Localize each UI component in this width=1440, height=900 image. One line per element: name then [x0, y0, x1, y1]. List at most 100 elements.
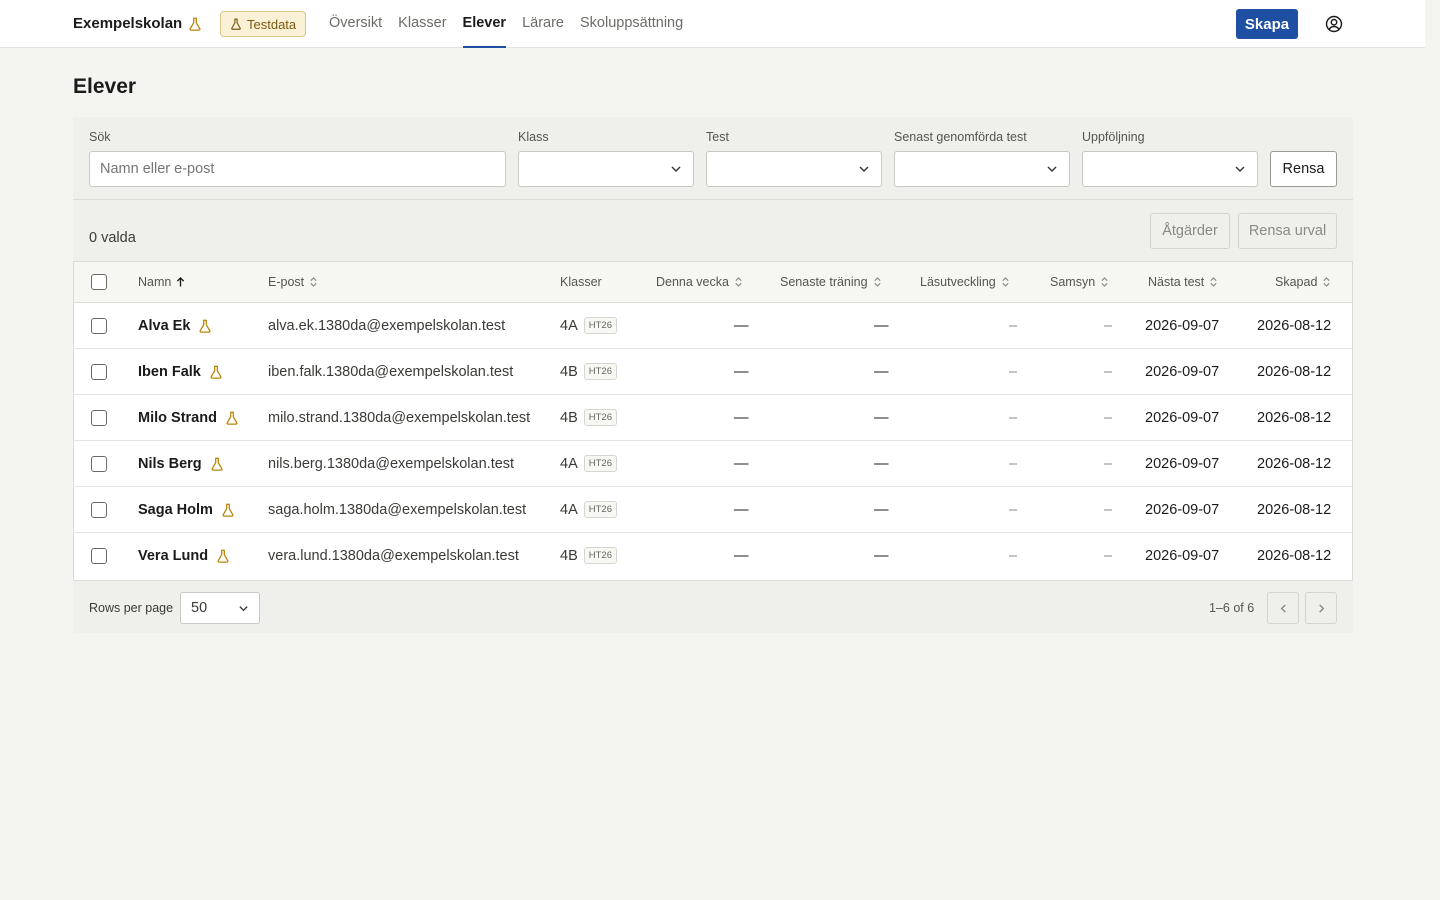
- latest-test-filter-select[interactable]: [894, 151, 1070, 187]
- chevron-down-icon: [1047, 166, 1057, 173]
- table-row[interactable]: Iben Falk iben.falk.1380da@exempelskolan…: [74, 349, 1352, 395]
- samsyn-value: –: [1104, 548, 1113, 564]
- nav-larare[interactable]: Lärare: [522, 0, 564, 48]
- test-filter-label: Test: [706, 130, 729, 144]
- column-samsyn[interactable]: Samsyn: [1050, 275, 1109, 289]
- column-email-label: E-post: [268, 275, 305, 289]
- student-name[interactable]: Iben Falk: [138, 364, 223, 380]
- filter-bar: Sök Klass Test Senast genomförda test Up…: [73, 117, 1353, 200]
- rows-per-page-select[interactable]: 50: [180, 592, 260, 624]
- latest-training-value: —: [874, 502, 889, 518]
- table-row[interactable]: Vera Lund vera.lund.1380da@exempelskolan…: [74, 533, 1352, 579]
- student-email: iben.falk.1380da@exempelskolan.test: [268, 364, 514, 380]
- student-name-text: Alva Ek: [138, 318, 191, 334]
- table-row[interactable]: Nils Berg nils.berg.1380da@exempelskolan…: [74, 441, 1352, 487]
- students-table: Namn E-post Klasser Denna vecka Senaste …: [73, 261, 1353, 581]
- table-row[interactable]: Saga Holm saga.holm.1380da@exempelskolan…: [74, 487, 1352, 533]
- rows-per-page-value: 50: [191, 600, 208, 616]
- chevron-down-icon: [671, 166, 681, 173]
- reading-value: –: [1009, 548, 1018, 564]
- samsyn-value: –: [1104, 502, 1113, 518]
- next-page-button[interactable]: [1305, 592, 1337, 624]
- rows-per-page-label: Rows per page: [89, 601, 174, 615]
- student-email: saga.holm.1380da@exempelskolan.test: [268, 502, 527, 518]
- user-account-icon[interactable]: [1325, 15, 1343, 33]
- latest-training-value: —: [874, 548, 889, 564]
- next-test-date: 2026-09-07: [1145, 364, 1220, 380]
- student-name-text: Saga Holm: [138, 502, 213, 518]
- term-tag: HT26: [583, 363, 617, 380]
- student-email: milo.strand.1380da@exempelskolan.test: [268, 410, 531, 426]
- followup-filter-select[interactable]: [1082, 151, 1258, 187]
- nav-elever[interactable]: Elever: [462, 0, 507, 48]
- pagination-range: 1–6 of 6: [1209, 601, 1255, 615]
- create-button[interactable]: Skapa: [1236, 9, 1298, 39]
- created-date: 2026-08-12: [1257, 456, 1332, 472]
- this-week-value: —: [734, 364, 749, 380]
- student-name[interactable]: Vera Lund: [138, 548, 230, 564]
- student-class: 4A HT26: [560, 317, 617, 334]
- column-email[interactable]: E-post: [268, 275, 318, 289]
- nav-oversikt[interactable]: Översikt: [329, 0, 382, 48]
- samsyn-value: –: [1104, 318, 1113, 334]
- column-latest-training-label: Senaste träning: [780, 275, 868, 289]
- term-tag: HT26: [583, 501, 617, 518]
- nav-klasser[interactable]: Klasser: [398, 0, 446, 48]
- created-date: 2026-08-12: [1257, 318, 1332, 334]
- next-test-date: 2026-09-07: [1145, 318, 1220, 334]
- previous-page-button[interactable]: [1267, 592, 1299, 624]
- student-name-text: Vera Lund: [138, 548, 209, 564]
- sort-icon: [1323, 277, 1331, 287]
- chevron-left-icon: [1280, 604, 1286, 613]
- column-reading[interactable]: Läsutveckling: [920, 275, 1010, 289]
- student-name-text: Iben Falk: [138, 364, 201, 380]
- class-name: 4B: [560, 409, 578, 426]
- selected-count: 0 valda: [89, 230, 136, 246]
- student-class: 4A HT26: [560, 501, 617, 518]
- column-this-week[interactable]: Denna vecka: [656, 275, 743, 289]
- table-row[interactable]: Alva Ek alva.ek.1380da@exempelskolan.tes…: [74, 303, 1352, 349]
- column-name-label: Namn: [138, 275, 172, 289]
- test-filter-select[interactable]: [706, 151, 882, 187]
- row-checkbox[interactable]: [91, 364, 107, 380]
- brand[interactable]: Exempelskolan: [73, 15, 202, 32]
- row-checkbox[interactable]: [91, 502, 107, 518]
- select-all-checkbox[interactable]: [91, 274, 107, 290]
- created-date: 2026-08-12: [1257, 548, 1332, 564]
- flask-icon: [199, 319, 211, 333]
- nav-skoluppsattning[interactable]: Skoluppsättning: [580, 0, 683, 48]
- column-name[interactable]: Namn: [138, 275, 185, 289]
- class-filter-select[interactable]: [518, 151, 694, 187]
- row-checkbox[interactable]: [91, 318, 107, 334]
- column-latest-training[interactable]: Senaste träning: [780, 275, 882, 289]
- actions-button[interactable]: Åtgärder: [1150, 213, 1230, 249]
- search-input[interactable]: [89, 151, 506, 187]
- term-tag: HT26: [583, 547, 617, 564]
- column-next-test[interactable]: Nästa test: [1148, 275, 1218, 289]
- student-email: vera.lund.1380da@exempelskolan.test: [268, 548, 519, 564]
- class-filter-label: Klass: [518, 130, 549, 144]
- column-created[interactable]: Skapad: [1275, 275, 1331, 289]
- this-week-value: —: [734, 548, 749, 564]
- row-checkbox[interactable]: [91, 548, 107, 564]
- samsyn-value: –: [1104, 456, 1113, 472]
- sort-icon: [1002, 277, 1009, 287]
- clear-filters-button[interactable]: Rensa: [1270, 151, 1337, 187]
- student-class: 4B HT26: [560, 363, 617, 380]
- sort-icon: [735, 277, 742, 287]
- clear-selection-button[interactable]: Rensa urval: [1238, 213, 1337, 249]
- row-checkbox[interactable]: [91, 456, 107, 472]
- reading-value: –: [1009, 456, 1018, 472]
- table-row[interactable]: Milo Strand milo.strand.1380da@exempelsk…: [74, 395, 1352, 441]
- sort-icon: [1101, 277, 1108, 287]
- row-checkbox[interactable]: [91, 410, 107, 426]
- student-name[interactable]: Alva Ek: [138, 318, 212, 334]
- student-name-text: Nils Berg: [138, 456, 202, 472]
- flask-icon: [210, 365, 222, 379]
- term-tag: HT26: [583, 409, 617, 426]
- latest-test-filter-label: Senast genomförda test: [894, 130, 1027, 144]
- student-name[interactable]: Nils Berg: [138, 456, 224, 472]
- student-name[interactable]: Saga Holm: [138, 502, 235, 518]
- followup-filter-label: Uppföljning: [1082, 130, 1145, 144]
- student-name[interactable]: Milo Strand: [138, 410, 239, 426]
